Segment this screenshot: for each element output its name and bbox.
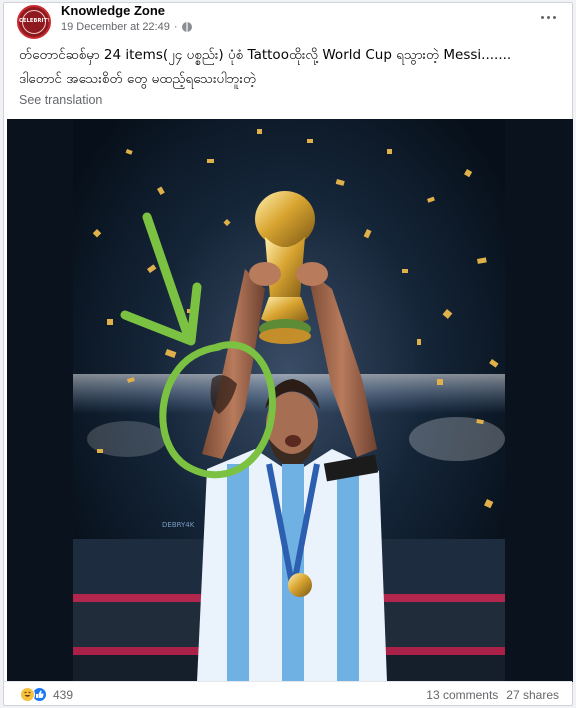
haha-icon	[20, 687, 35, 702]
meta-separator: ·	[173, 21, 178, 33]
reaction-summary[interactable]: 439	[20, 687, 73, 702]
argentina-jersey	[197, 449, 387, 682]
floodlight-glow	[409, 417, 505, 461]
post-text-line-1: တ်တောင်ဆစ်မှာ 24 items(၂၄ ပစ္စည်း) ပုံစံ…	[19, 47, 512, 63]
comments-count[interactable]: 13 comments	[426, 688, 498, 702]
dot-icon	[540, 15, 544, 19]
page-name[interactable]: Knowledge Zone	[61, 3, 165, 18]
facebook-post: CELEBRITY Knowledge Zone 19 December at …	[3, 2, 573, 706]
post-meta: 19 December at 22:49 ·	[61, 21, 192, 33]
shares-count[interactable]: 27 shares	[506, 688, 559, 702]
avatar-logo-text: CELEBRITY	[19, 18, 51, 24]
engagement-stats: 13 comments 27 shares	[426, 688, 559, 702]
post-text: တ်တောင်ဆစ်မှာ 24 items(၂၄ ပစ္စည်း) ပုံစံ…	[19, 43, 559, 91]
reaction-count: 439	[53, 687, 74, 702]
left-hand	[249, 262, 281, 286]
page-avatar[interactable]: CELEBRITY	[17, 5, 51, 39]
photo-illustration: DEBRY4K	[7, 119, 573, 682]
more-options-icon[interactable]	[538, 9, 558, 25]
see-translation-link[interactable]: See translation	[19, 93, 102, 107]
dot-icon	[546, 15, 550, 19]
right-hand	[296, 262, 328, 286]
footer-divider	[4, 681, 572, 682]
globe-icon[interactable]	[181, 22, 192, 32]
post-text-line-2: ဒါတောင် အသေးစိတ် တွေ မထည့်ရသေးပါဘူးတဲ့	[19, 71, 257, 87]
dot-icon	[552, 15, 556, 19]
photo-watermark: DEBRY4K	[162, 521, 195, 529]
post-timestamp[interactable]: 19 December at 22:49	[61, 21, 170, 33]
post-photo[interactable]: DEBRY4K	[7, 119, 573, 682]
